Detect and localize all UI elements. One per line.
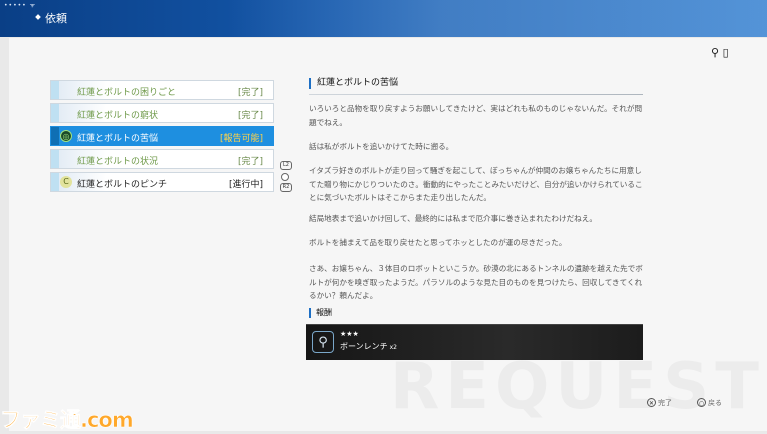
back-label: 戻る [708, 399, 722, 407]
item-strip [51, 150, 59, 168]
reportable-icon: ◎ [60, 130, 72, 142]
battery-icon: ▯ [722, 46, 729, 59]
quest-label: 紅蓮とボルトの困りごと [77, 88, 177, 98]
detail-title: 紅蓮とボルトの苦悩 [309, 78, 643, 89]
detail-paragraph: いろいろと品物を取り戻すようお願いしてきたけど、実はどれも私のものじゃないんだ。… [309, 104, 643, 127]
complete-button[interactable]: ✕ 完了 [647, 398, 672, 408]
quest-status: [完了] [237, 88, 263, 98]
header-mountain-texture [227, 0, 767, 37]
quest-status: [完了] [237, 157, 263, 167]
detail-paragraph: イタズラ好きのボルトが走り回って騒ぎを起こして、ぼっちゃんが仲間のお嬢ちゃんたち… [309, 166, 643, 203]
quest-label: 紅蓮とボルトの窮状 [77, 111, 159, 121]
reward-quantity: x2 [389, 344, 397, 351]
quest-item[interactable]: C 紅蓮とボルトのピンチ [進行中] [50, 172, 274, 192]
reward-item[interactable]: ⚲ ★★★ ボーンレンチ x2 [306, 324, 643, 360]
quest-item[interactable]: 紅蓮とボルトの窮状 [完了] [50, 103, 274, 123]
detail-paragraph: ボルトを捕まえて品を取り戻せたと思ってホッとしたのが運の尽きだった。 [309, 238, 567, 247]
header-bar: ••••• ᯤ 依頼 [0, 0, 767, 37]
r2-scroll-icon[interactable]: R2 [280, 183, 292, 192]
quest-item[interactable]: 紅蓮とボルトの状況 [完了] [50, 149, 274, 169]
detail-paragraph: 話は私がボルトを追いかけてた時に遡る。 [309, 142, 454, 151]
scroll-indicator-icon [281, 173, 289, 181]
reward-label: 報酬 [309, 308, 332, 318]
quest-label: 紅蓮とボルトのピンチ [77, 180, 168, 190]
item-strip [51, 81, 59, 99]
quest-item-selected[interactable]: ◎ 紅蓮とボルトの苦悩 [報告可能] [50, 126, 274, 146]
quest-detail: 紅蓮とボルトの苦悩 いろいろと品物を取り戻すようお願いしてきたけど、実はどれも私… [309, 78, 643, 300]
item-strip [51, 127, 59, 145]
circle-button-icon: ○ [697, 398, 706, 407]
detail-paragraph: さあ、お嬢ちゃん、３体目のロボットといこうか。砂漠の北にあるトンネルの遺跡を越え… [309, 264, 643, 301]
quest-status: [報告可能] [219, 134, 263, 144]
reward-rarity: ★★★ [340, 330, 359, 338]
tab-marker-icon [35, 14, 41, 20]
wrench-icon: ⚲ [711, 46, 720, 59]
quest-item[interactable]: 紅蓮とボルトの困りごと [完了] [50, 80, 274, 100]
in-progress-icon: C [60, 176, 72, 188]
title-divider [309, 94, 643, 95]
l2-scroll-icon[interactable]: L2 [280, 161, 292, 170]
quest-status: [完了] [237, 111, 263, 121]
quest-label: 紅蓮とボルトの苦悩 [77, 134, 159, 144]
request-watermark: REQUEST [390, 350, 765, 424]
system-status: ••••• ᯤ [4, 2, 37, 9]
detail-paragraph: 結局地表まで追いかけ回して、最終的には私まで厄介事に巻き込まれたわけだねえ。 [309, 214, 597, 223]
item-strip [51, 173, 59, 191]
top-right-icons: ⚲ ▯ [711, 46, 729, 59]
famitsu-logo: ファミ通.com [0, 408, 134, 433]
complete-label: 完了 [658, 399, 672, 407]
reward-name-text: ボーンレンチ [340, 342, 388, 351]
page-title: 依頼 [45, 12, 67, 25]
quest-label: 紅蓮とボルトの状況 [77, 157, 159, 167]
cross-button-icon: ✕ [647, 398, 656, 407]
reward-name: ボーンレンチ x2 [340, 341, 397, 352]
back-button[interactable]: ○ 戻る [697, 398, 722, 408]
item-strip [51, 104, 59, 122]
quest-status: [進行中] [228, 180, 263, 190]
wrench-icon: ⚲ [312, 331, 334, 353]
